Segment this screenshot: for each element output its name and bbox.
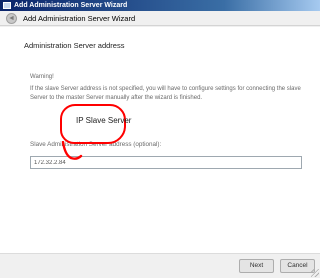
annotation-callout-tail [61,141,83,160]
wizard-header: ◄ Add Administration Server Wizard [0,11,320,26]
window-title: Add Administration Server Wizard [14,2,128,9]
app-icon [3,2,11,9]
back-arrow-icon[interactable]: ◄ [6,13,17,24]
window-titlebar[interactable]: Add Administration Server Wizard [0,0,320,11]
annotation-text: IP Slave Server [76,116,132,125]
wizard-footer: Next Cancel [0,253,320,278]
warning-text: If the slave Server address is not speci… [30,86,301,101]
wizard-title: Add Administration Server Wizard [23,14,136,23]
wizard-window: ◄ Add Administration Server Wizard Admin… [0,11,320,278]
page-title: Administration Server address [24,41,125,50]
next-button[interactable]: Next [239,259,274,273]
resize-grip-icon[interactable] [311,269,319,277]
warning-heading: Warning! [30,74,54,80]
cancel-button[interactable]: Cancel [280,259,315,273]
wizard-content: Administration Server address Warning! I… [0,27,320,253]
